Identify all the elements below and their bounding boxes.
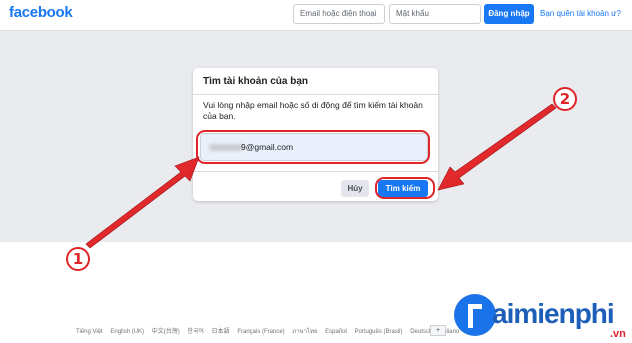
language-list: Tiếng Việt English (UK) 中文(台灣) 한국어 日本語 F… [76, 326, 465, 336]
watermark: aimienphi .vn [452, 292, 632, 342]
more-languages-button[interactable]: + [430, 325, 446, 336]
arrow-2 [437, 103, 557, 191]
language-link[interactable]: Español [325, 329, 347, 335]
language-link[interactable]: Português (Brasil) [355, 329, 403, 335]
step-2-badge: 2 [553, 87, 577, 111]
watermark-text: aimienphi [492, 298, 615, 329]
language-link[interactable]: ภาษาไทย [292, 329, 317, 335]
watermark-suffix: .vn [610, 328, 626, 340]
language-link[interactable]: Deutsch [410, 329, 432, 335]
language-link[interactable]: 한국어 [187, 329, 204, 335]
language-link[interactable]: English (UK) [110, 329, 144, 335]
language-link[interactable]: Tiếng Việt [76, 329, 103, 335]
arrow-1 [85, 156, 200, 249]
language-link[interactable]: Français (France) [237, 329, 284, 335]
watermark-logo-icon [454, 294, 496, 336]
language-link[interactable]: 日本語 [212, 329, 230, 335]
language-link[interactable]: 中文(台灣) [152, 329, 180, 335]
step-1-badge: 1 [66, 247, 90, 271]
